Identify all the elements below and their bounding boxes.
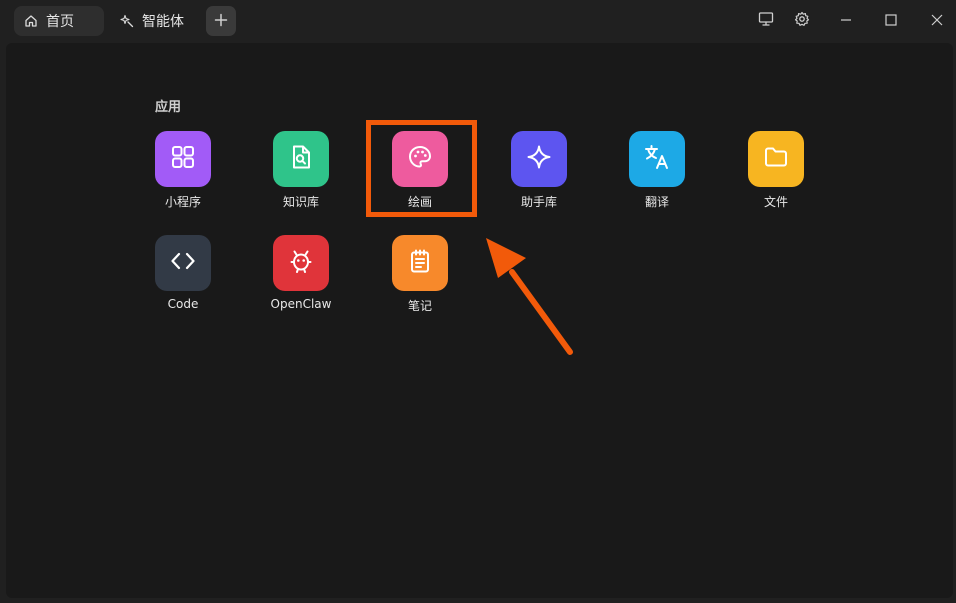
app-label: 翻译 (644, 195, 669, 209)
app-openclaw[interactable]: OpenClaw (261, 235, 341, 327)
app-mini-program[interactable]: 小程序 (143, 131, 223, 223)
app-tile (511, 131, 567, 187)
app-label: 小程序 (164, 195, 201, 209)
minimize-button[interactable] (834, 9, 858, 33)
code-icon (169, 247, 197, 279)
close-button[interactable] (925, 9, 949, 33)
app-label: 知识库 (282, 195, 319, 209)
app-window: 首页 智能体 应用 小程序 知识库 绘画 助手库 翻译 文件 Code Open… (0, 0, 956, 603)
app-tile (155, 131, 211, 187)
app-tile (273, 235, 329, 291)
minimize-icon (839, 12, 853, 31)
sparkle-icon (526, 144, 552, 174)
tab-label: 首页 (46, 14, 74, 30)
sparkle-agent-icon (120, 14, 134, 28)
folder-icon (763, 144, 789, 174)
close-icon (930, 12, 944, 31)
annotation-arrow (478, 232, 578, 361)
tab-home[interactable]: 首页 (14, 6, 104, 36)
grid-icon (170, 144, 196, 174)
plus-icon (214, 12, 228, 31)
app-tile (392, 235, 448, 291)
app-code[interactable]: Code (143, 235, 223, 327)
app-tile (155, 235, 211, 291)
app-label: 笔记 (407, 299, 432, 313)
gear-icon (794, 11, 810, 31)
app-label: 助手库 (520, 195, 557, 209)
app-knowledge-base[interactable]: 知识库 (261, 131, 341, 223)
maximize-button[interactable] (879, 9, 903, 33)
maximize-icon (884, 12, 898, 31)
highlight-box (366, 120, 477, 217)
app-files[interactable]: 文件 (736, 131, 816, 223)
notepad-icon (407, 248, 433, 278)
app-tile (748, 131, 804, 187)
new-tab-button[interactable] (206, 6, 236, 36)
section-title: 应用 (155, 100, 182, 115)
tab-label: 智能体 (142, 14, 184, 30)
app-tile (629, 131, 685, 187)
app-label: Code (167, 297, 199, 311)
home-icon (24, 14, 38, 28)
document-search-icon (288, 144, 314, 174)
monitor-button[interactable] (754, 9, 778, 33)
app-label: OpenClaw (270, 297, 332, 311)
app-tile (273, 131, 329, 187)
app-translate[interactable]: 翻译 (617, 131, 697, 223)
settings-button[interactable] (790, 9, 814, 33)
app-notes[interactable]: 笔记 (380, 235, 460, 327)
translate-icon (643, 143, 671, 175)
tab-agent[interactable]: 智能体 (110, 6, 196, 36)
title-bar: 首页 智能体 (0, 0, 956, 42)
lobster-icon (287, 247, 315, 279)
app-assistant-library[interactable]: 助手库 (499, 131, 579, 223)
monitor-icon (758, 11, 774, 31)
app-label: 文件 (763, 195, 788, 209)
